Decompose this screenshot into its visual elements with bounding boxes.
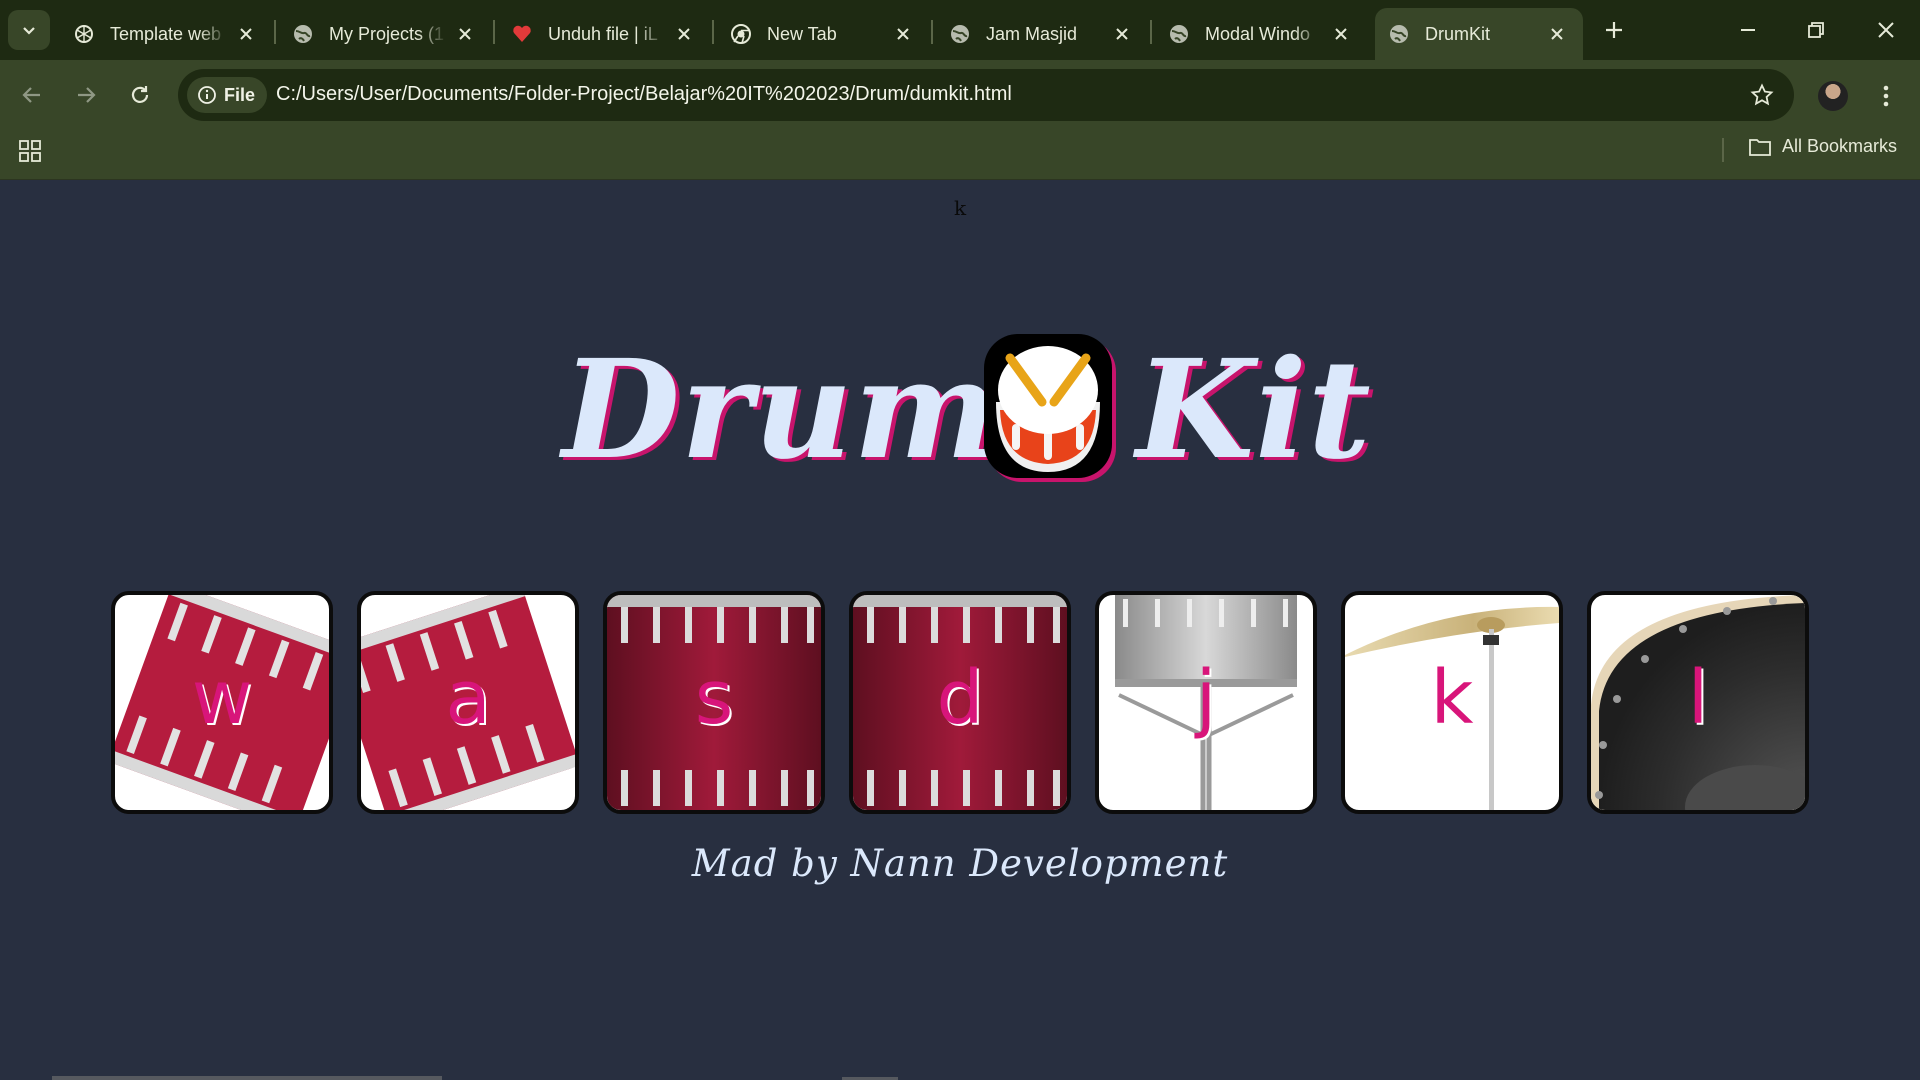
tab-label: Template web [110, 23, 222, 44]
tab-modal-window[interactable]: Modal Windo [1155, 8, 1367, 60]
new-tab-button[interactable] [1598, 14, 1630, 46]
back-button[interactable] [14, 77, 50, 113]
horizontal-scrollbar[interactable] [52, 1076, 442, 1080]
all-bookmarks-button[interactable]: All Bookmarks [1748, 136, 1897, 157]
drum-key-j[interactable]: j [1095, 591, 1317, 814]
close-window-button[interactable] [1866, 12, 1906, 48]
globe-icon [291, 22, 315, 46]
tab-unduh-file[interactable]: Unduh file | iL [498, 8, 710, 60]
bookmarks-divider [1722, 138, 1724, 162]
chevron-down-icon [23, 27, 35, 35]
profile-avatar[interactable] [1818, 81, 1848, 111]
chrome-icon [729, 22, 753, 46]
tab-new-tab[interactable]: New Tab [717, 8, 929, 60]
key-letter: k [1430, 655, 1474, 741]
tab-label: DrumKit [1425, 23, 1491, 44]
tab-divider [274, 20, 276, 44]
browser-menu-button[interactable] [1874, 80, 1898, 112]
more-vertical-icon [1883, 85, 1889, 107]
arrow-left-icon [22, 87, 40, 103]
star-icon[interactable] [1750, 83, 1774, 107]
close-icon[interactable] [234, 22, 258, 46]
tab-strip: Template web My Projects (1 Unduh file |… [0, 0, 1920, 60]
tab-divider [931, 20, 933, 44]
page-title: Drum Kit [0, 330, 1920, 490]
key-letter: j [1195, 655, 1217, 741]
reload-button[interactable] [122, 77, 158, 113]
tab-template-web[interactable]: Template web [60, 8, 272, 60]
close-icon[interactable] [1329, 22, 1353, 46]
bookmarks-bar [0, 130, 1920, 180]
key-letter: l [1687, 655, 1709, 741]
drum-emoji [984, 334, 1116, 482]
pressed-key-indicator: k [953, 196, 967, 220]
drum-key-s[interactable]: s [603, 591, 825, 814]
url-text[interactable]: C:/Users/User/Documents/Folder-Project/B… [276, 83, 1012, 106]
info-icon [198, 86, 216, 104]
credit-text: Mad by Nann Development [691, 842, 1229, 885]
globe-icon [1167, 22, 1191, 46]
tab-drumkit[interactable]: DrumKit [1375, 8, 1583, 60]
address-bar[interactable]: File C:/Users/User/Documents/Folder-Proj… [178, 69, 1794, 121]
key-letter: s [694, 655, 734, 741]
close-icon[interactable] [1545, 22, 1569, 46]
globe-icon [1387, 22, 1411, 46]
tab-jam-masjid[interactable]: Jam Masjid [936, 8, 1148, 60]
drum-key-w[interactable]: w [111, 591, 333, 814]
minimize-icon [1741, 29, 1755, 31]
tab-divider [712, 20, 714, 44]
all-bookmarks-label: All Bookmarks [1782, 136, 1898, 156]
tab-search-button[interactable] [8, 10, 50, 50]
restore-button[interactable] [1796, 12, 1836, 48]
drum-key-a[interactable]: a [357, 591, 579, 814]
close-icon [1878, 22, 1894, 38]
arrow-right-icon [78, 87, 96, 103]
tab-label: Modal Windo [1205, 23, 1311, 44]
close-icon[interactable] [891, 22, 915, 46]
restore-icon [1808, 22, 1824, 38]
tab-label: My Projects (1 [329, 23, 445, 44]
drum-key-row: w a s d j k l [111, 591, 1811, 814]
close-icon[interactable] [453, 22, 477, 46]
title-word-drum: Drum [562, 330, 999, 490]
drum-key-d[interactable]: d [849, 591, 1071, 814]
tab-label: New Tab [767, 23, 837, 44]
heart-icon [510, 22, 534, 46]
drum-key-l[interactable]: l [1587, 591, 1809, 814]
forward-button[interactable] [68, 77, 104, 113]
title-word-kit: Kit [1136, 330, 1372, 490]
tab-label: Unduh file | iL [548, 23, 658, 44]
tab-divider [1150, 20, 1152, 44]
site-info-chip[interactable]: File [187, 77, 268, 113]
key-letter: d [936, 655, 984, 741]
close-icon[interactable] [672, 22, 696, 46]
folder-icon [1749, 138, 1771, 156]
reload-icon [131, 86, 149, 103]
key-letter: a [445, 655, 491, 741]
plus-icon [1606, 22, 1622, 38]
tab-label: Jam Masjid [986, 23, 1078, 44]
browser-toolbar: File C:/Users/User/Documents/Folder-Proj… [0, 60, 1920, 130]
minimize-button[interactable] [1728, 12, 1768, 48]
drum-key-k[interactable]: k [1341, 591, 1563, 814]
tab-my-projects[interactable]: My Projects (1 [279, 8, 491, 60]
key-letter: w [191, 655, 253, 741]
tab-divider [493, 20, 495, 44]
openai-icon [72, 22, 96, 46]
site-info-label: File [224, 84, 256, 105]
apps-grid-icon[interactable] [18, 139, 42, 163]
globe-icon [948, 22, 972, 46]
close-icon[interactable] [1110, 22, 1134, 46]
